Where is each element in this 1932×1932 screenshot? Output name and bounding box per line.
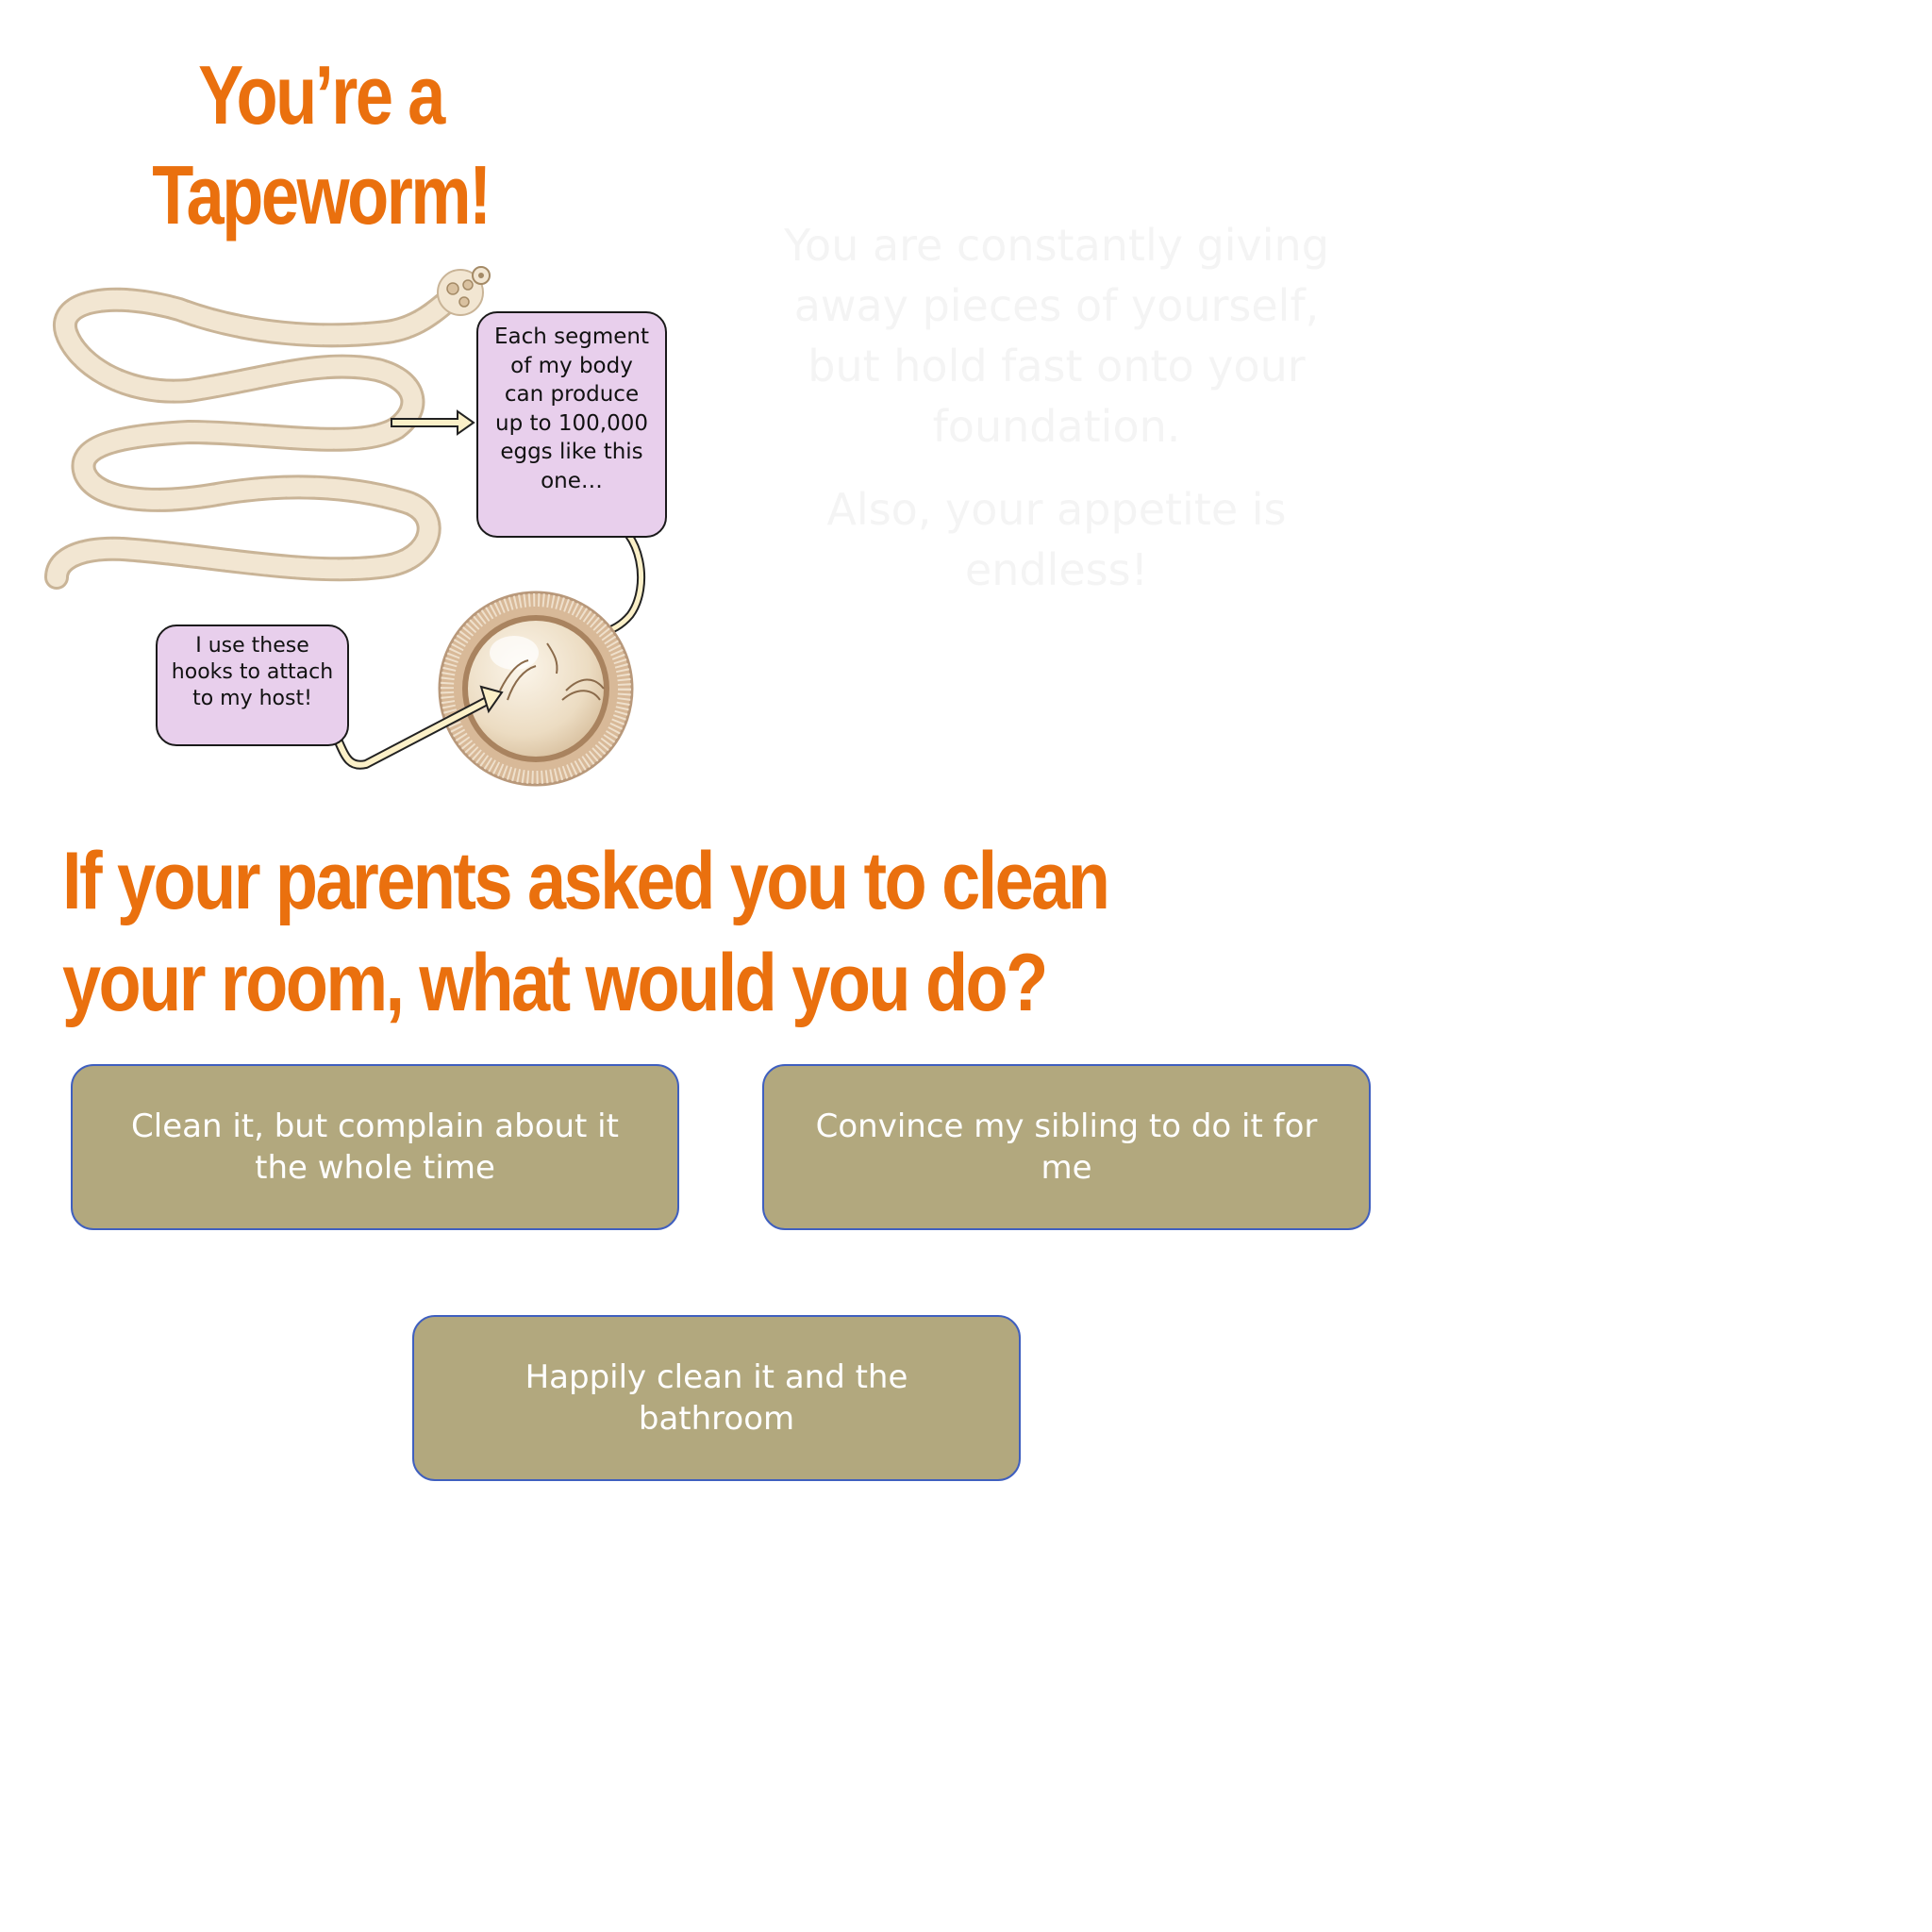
result-title-line2: Tapeworm!	[152, 148, 491, 242]
hooks-callout-text: I use these hooks to attach to my host!	[171, 634, 334, 710]
result-title: You’re a Tapeworm!	[142, 45, 498, 245]
tapeworm-body	[44, 284, 465, 590]
answer-button-complain[interactable]: Clean it, but complain about it the whol…	[71, 1064, 679, 1230]
quiz-result-page: You’re a Tapeworm! Each segment of my bo…	[0, 0, 1932, 1932]
segment-callout: Each segment of my body can produce up t…	[476, 311, 667, 538]
answer-button-label: Clean it, but complain about it the whol…	[131, 1108, 619, 1187]
tapeworm-head-icon	[437, 266, 491, 316]
segment-callout-text: Each segment of my body can produce up t…	[493, 325, 650, 493]
answer-button-label: Convince my sibling to do it for me	[815, 1108, 1318, 1187]
result-title-line1: You’re a	[198, 48, 445, 142]
answer-button-label: Happily clean it and the bathroom	[525, 1358, 908, 1438]
result-description: You are constantly giving away pieces of…	[755, 215, 1358, 623]
answer-button-sibling[interactable]: Convince my sibling to do it for me	[762, 1064, 1371, 1230]
result-description-paragraph-1: You are constantly giving away pieces of…	[784, 220, 1329, 452]
question-text: If your parents asked you to clean your …	[62, 836, 1110, 1028]
hooks-callout: I use these hooks to attach to my host!	[156, 625, 349, 746]
tapeworm-egg-icon	[438, 591, 634, 787]
result-description-paragraph-2: Also, your appetite is endless!	[826, 484, 1287, 595]
answer-button-bathroom[interactable]: Happily clean it and the bathroom	[412, 1315, 1021, 1481]
